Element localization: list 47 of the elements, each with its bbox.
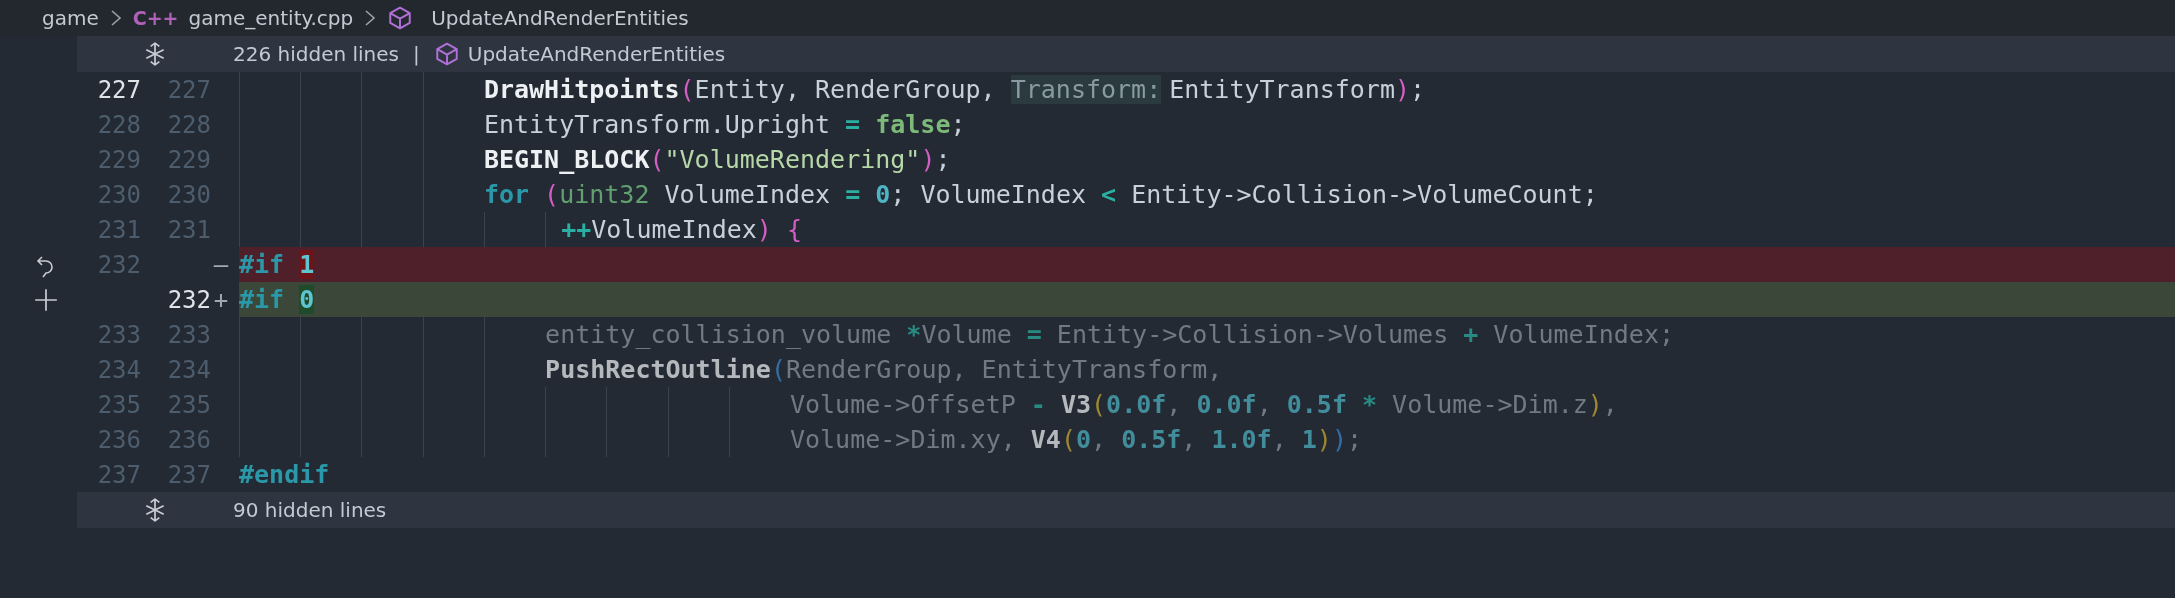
- breadcrumb-item[interactable]: game_entity.cpp: [188, 6, 354, 30]
- line-number: 236: [166, 425, 211, 454]
- code-line: PushRectOutline(RenderGroup, EntityTransform,: [239, 352, 2175, 387]
- line-number: 232: [166, 285, 211, 314]
- code-line: Volume->Dim.xy, V4(0, 0.5f, 1.0f, 1));: [239, 422, 2175, 457]
- line-number: 234: [96, 355, 141, 384]
- code-line: #endif: [239, 459, 331, 491]
- line-number: 235: [166, 390, 211, 419]
- diff-marker: —: [212, 250, 230, 279]
- line-number: 232: [96, 250, 141, 279]
- code-line: DrawHitpoints(Entity, RenderGroup, Transform: EntityTransform);: [239, 72, 2175, 107]
- diff-marker: +: [212, 285, 230, 314]
- code-line: BEGIN_BLOCK("VolumeRendering");: [239, 142, 2175, 177]
- line-number: 234: [166, 355, 211, 384]
- line-number: 230: [96, 180, 141, 209]
- breadcrumb-item[interactable]: game: [42, 6, 99, 30]
- line-number: 229: [166, 145, 211, 174]
- line-number: 235: [96, 390, 141, 419]
- breadcrumb-item[interactable]: UpdateAndRenderEntities: [431, 6, 689, 30]
- line-number: 237: [96, 460, 141, 489]
- line-number: 230: [166, 180, 211, 209]
- code-line: Volume->OffsetP - V3(0.0f, 0.0f, 0.5f * Volume->Dim.z),: [239, 387, 2175, 422]
- symbol-name: UpdateAndRenderEntities: [467, 42, 726, 66]
- line-number: 231: [166, 215, 211, 244]
- separator: |: [413, 42, 420, 66]
- cube-icon: [387, 5, 414, 31]
- code-line: for (uint32 VolumeIndex = 0; VolumeIndex < Entity->Collision->VolumeCount;: [239, 177, 2175, 212]
- code-line: entity_collision_volume *Volume = Entity->Collision->Volumes + VolumeIndex;: [239, 317, 2175, 352]
- line-number: 227: [166, 75, 211, 104]
- folded-region-bar[interactable]: 90 hidden lines: [77, 492, 2175, 528]
- hidden-lines-label: 90 hidden lines: [233, 498, 387, 522]
- folded-region-bar[interactable]: 226 hidden lines | UpdateAndRenderEntities: [77, 36, 2175, 72]
- plus-icon[interactable]: [32, 286, 59, 313]
- hidden-lines-label: 226 hidden lines: [233, 42, 399, 66]
- chevron-icon: [363, 8, 378, 28]
- line-number: 233: [96, 320, 141, 349]
- code-line: EntityTransform.Upright = false;: [239, 107, 2175, 142]
- line-number: 231: [96, 215, 141, 244]
- cube-icon: [433, 41, 460, 67]
- line-number: 229: [96, 145, 141, 174]
- line-number: 228: [166, 110, 211, 139]
- line-number: 236: [96, 425, 141, 454]
- line-number: 237: [166, 460, 211, 489]
- line-number: 233: [166, 320, 211, 349]
- cpp-file-icon: C++: [132, 7, 179, 29]
- line-number: 227: [96, 75, 141, 104]
- line-number: 228: [96, 110, 141, 139]
